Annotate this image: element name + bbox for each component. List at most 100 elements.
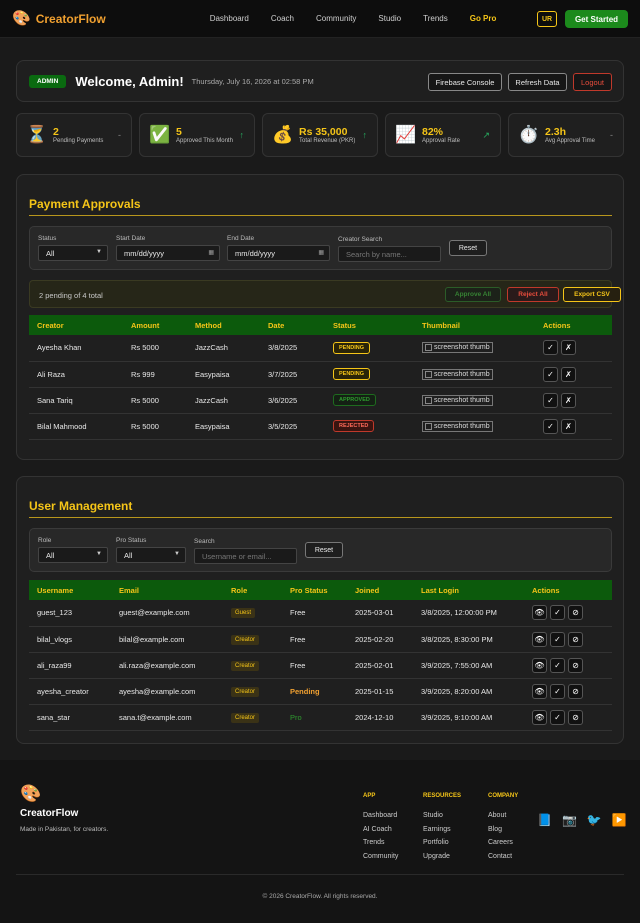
approve-button[interactable]: ✓ <box>543 392 558 408</box>
screenshot-thumbnail[interactable]: screenshot thumb <box>422 394 493 406</box>
method-cell: Easypaisa <box>195 369 230 379</box>
pro-status-filter-select[interactable]: All ▼ <box>116 547 186 563</box>
username-cell: ali_raza99 <box>37 660 72 670</box>
footer-link[interactable]: Studio <box>423 809 461 823</box>
approve-all-button[interactable]: Approve All <box>445 287 501 302</box>
footer-link[interactable]: Dashboard <box>363 809 398 823</box>
view-user-button[interactable]: 👁 <box>532 631 547 647</box>
end-date-input[interactable]: mm/dd/yyyy ▦ <box>227 245 330 261</box>
nav-dashboard[interactable]: Dashboard <box>210 14 249 23</box>
reject-button[interactable]: ✗ <box>561 418 576 434</box>
view-user-button[interactable]: 👁 <box>532 605 547 621</box>
creator-search-input[interactable]: Search by name... <box>338 246 441 262</box>
role-filter-value: All <box>46 550 55 560</box>
broken-image-icon <box>425 396 432 404</box>
export-csv-button[interactable]: Export CSV <box>563 287 621 302</box>
ban-user-button[interactable]: ⊘ <box>568 657 583 673</box>
start-date-input[interactable]: mm/dd/yyyy ▦ <box>116 245 220 261</box>
stat-value: 82% <box>422 125 444 138</box>
section-title: User Management <box>29 499 133 513</box>
column-header[interactable]: Amount <box>123 315 187 335</box>
payment-filter-reset-button[interactable]: Reset <box>449 240 487 256</box>
column-header[interactable]: Pro Status <box>282 580 347 600</box>
refresh-data-button[interactable]: Refresh Data <box>508 73 567 91</box>
column-header[interactable]: Method <box>187 315 260 335</box>
column-header: Actions <box>543 320 571 330</box>
nav-trends[interactable]: Trends <box>423 14 448 23</box>
footer-link[interactable]: Contact <box>488 850 518 864</box>
ban-user-button[interactable]: ⊘ <box>568 709 583 725</box>
approve-button[interactable]: ✓ <box>543 366 558 382</box>
column-header[interactable]: Last Login <box>413 580 524 600</box>
column-header[interactable]: Role <box>223 580 282 600</box>
screenshot-thumbnail[interactable]: screenshot thumb <box>422 420 493 432</box>
thumbnail-cell: screenshot thumb <box>414 361 535 387</box>
screenshot-thumbnail[interactable]: screenshot thumb <box>422 342 493 354</box>
footer-link[interactable]: Careers <box>488 836 518 850</box>
instagram-icon[interactable]: 📷 <box>562 813 577 827</box>
footer-link[interactable]: Earnings <box>423 823 461 837</box>
amount-cell: Rs 5000 <box>131 421 159 431</box>
verify-user-button[interactable]: ✓ <box>550 709 565 725</box>
verify-user-button[interactable]: ✓ <box>550 657 565 673</box>
end-date-label: End Date <box>227 235 255 242</box>
status-badge: PENDING <box>333 368 371 380</box>
footer-brand-name: CreatorFlow <box>20 808 79 819</box>
section-divider <box>29 215 612 216</box>
column-header[interactable]: Date <box>260 315 325 335</box>
column-header[interactable]: Joined <box>347 580 413 600</box>
verify-user-button[interactable]: ✓ <box>550 605 565 621</box>
verify-user-button[interactable]: ✓ <box>550 631 565 647</box>
brand[interactable]: 🎨 CreatorFlow <box>12 11 106 26</box>
get-started-button[interactable]: Get Started <box>565 10 628 28</box>
firebase-console-button[interactable]: Firebase Console <box>428 73 502 91</box>
username-cell: ayesha_creator <box>37 686 89 696</box>
footer-link[interactable]: Upgrade <box>423 850 461 864</box>
footer-link[interactable]: AI Coach <box>363 823 398 837</box>
role-filter-select[interactable]: All ▼ <box>38 547 108 563</box>
username-cell: bilal_vlogs <box>37 634 73 644</box>
view-user-button[interactable]: 👁 <box>532 709 547 725</box>
logout-button[interactable]: Logout <box>573 73 612 91</box>
user-search-input[interactable]: Username or email... <box>194 548 297 564</box>
footer-link[interactable]: Trends <box>363 836 398 850</box>
status-badge: APPROVED <box>333 394 376 406</box>
verify-user-button[interactable]: ✓ <box>550 683 565 699</box>
footer-link[interactable]: About <box>488 809 518 823</box>
column-header[interactable]: Creator <box>29 315 123 335</box>
footer-link[interactable]: Blog <box>488 823 518 837</box>
footer-link[interactable]: Portfolio <box>423 836 461 850</box>
view-user-button[interactable]: 👁 <box>532 683 547 699</box>
nav-go-pro[interactable]: Go Pro <box>470 14 497 23</box>
reject-button[interactable]: ✗ <box>561 392 576 408</box>
approve-button[interactable]: ✓ <box>543 418 558 434</box>
actions-cell: 👁 ✓ ⊘ <box>524 652 612 678</box>
facebook-icon[interactable]: 📘 <box>537 813 552 827</box>
status-filter-select[interactable]: All ▼ <box>38 245 108 261</box>
language-toggle-button[interactable]: UR <box>537 11 557 27</box>
screenshot-thumbnail[interactable]: screenshot thumb <box>422 368 493 380</box>
view-user-button[interactable]: 👁 <box>532 657 547 673</box>
youtube-icon[interactable]: ▶️ <box>612 813 627 827</box>
ban-user-button[interactable]: ⊘ <box>568 605 583 621</box>
stat-card-revenue: 💰 Rs 35,000 Total Revenue (PKR) ↑ <box>262 113 378 157</box>
footer-link[interactable]: Community <box>363 850 398 864</box>
reject-button[interactable]: ✗ <box>561 340 576 356</box>
nav-coach[interactable]: Coach <box>271 14 294 23</box>
nav-studio[interactable]: Studio <box>378 14 401 23</box>
user-filter-reset-button[interactable]: Reset <box>305 542 343 558</box>
reject-all-button[interactable]: Reject All <box>507 287 559 302</box>
footer-column-company: COMPANY About Blog Careers Contact <box>488 793 518 863</box>
ban-user-button[interactable]: ⊘ <box>568 683 583 699</box>
column-header[interactable]: Email <box>111 580 223 600</box>
approve-button[interactable]: ✓ <box>543 340 558 356</box>
column-header[interactable]: Thumbnail <box>414 315 535 335</box>
column-header[interactable]: Username <box>29 580 111 600</box>
reject-button[interactable]: ✗ <box>561 366 576 382</box>
column-header[interactable]: Status <box>325 315 414 335</box>
twitter-icon[interactable]: 🐦 <box>587 813 602 827</box>
date-cell: 3/7/2025 <box>268 369 298 379</box>
pro-status-cell: Free <box>290 608 306 618</box>
nav-community[interactable]: Community <box>316 14 356 23</box>
ban-user-button[interactable]: ⊘ <box>568 631 583 647</box>
